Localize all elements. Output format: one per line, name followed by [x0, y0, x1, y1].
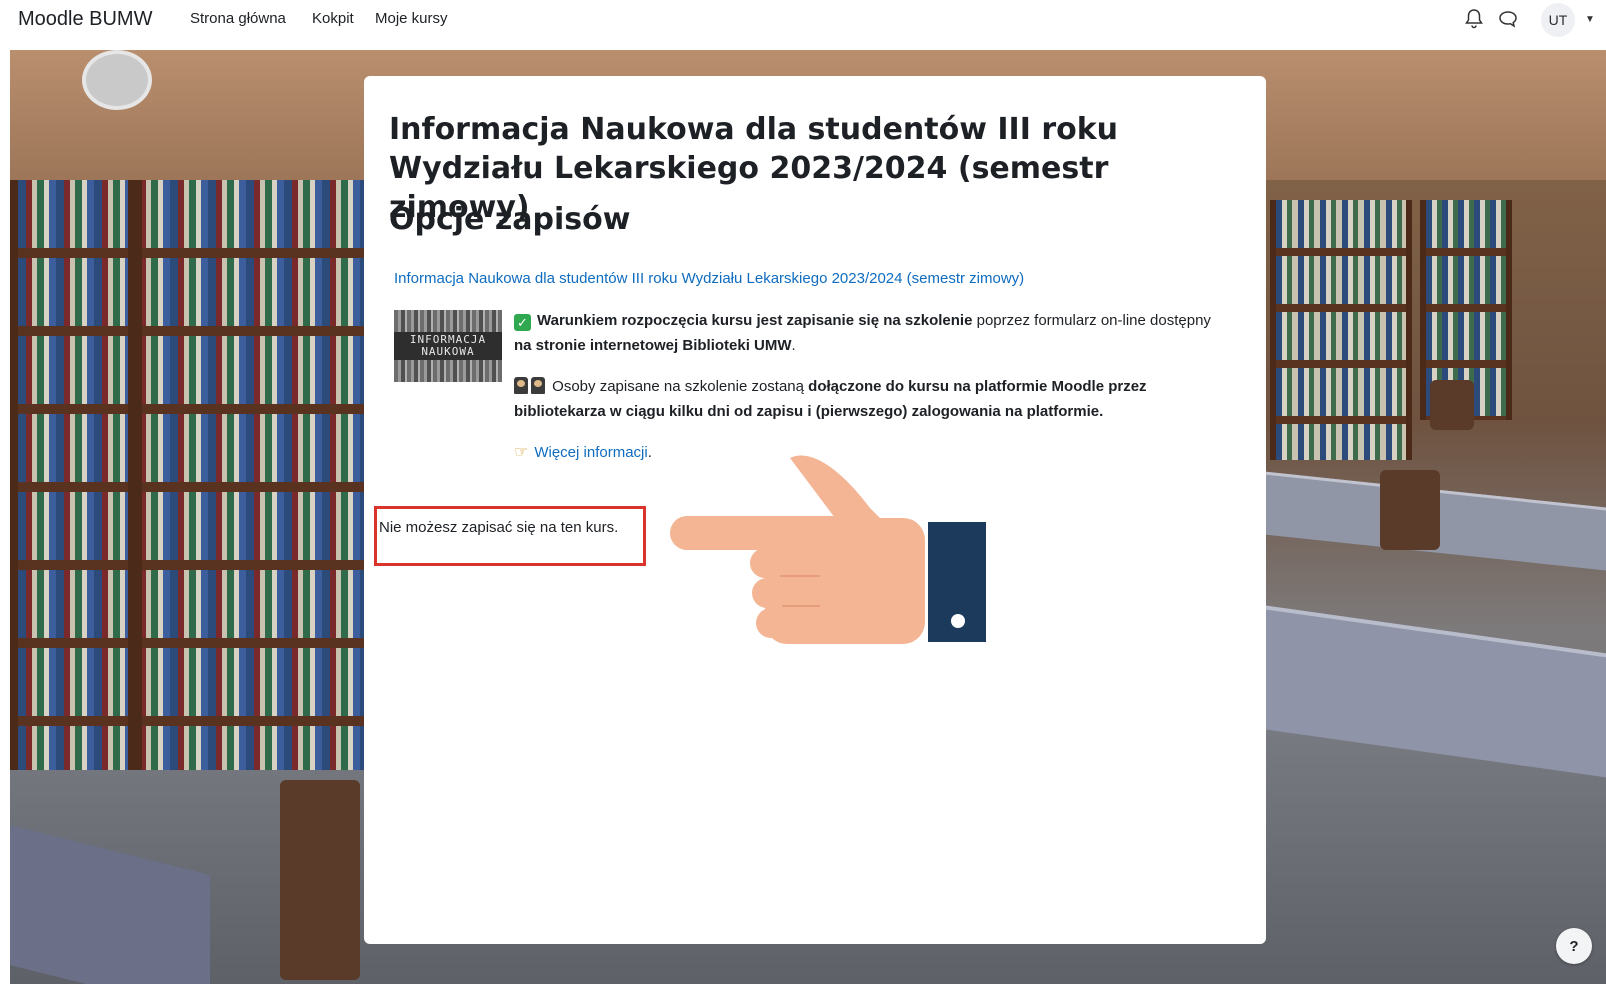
summary-text-2: Osoby zapisane na szkolenie zostaną	[552, 378, 809, 395]
library-website-text: na stronie internetowej Biblioteki UMW	[514, 337, 792, 354]
check-mark-icon: ✓	[514, 314, 531, 331]
summary-bold-1: Warunkiem rozpoczęcia kursu jest zapisan…	[537, 312, 973, 329]
student-icon	[514, 377, 528, 394]
cannot-enrol-notice: Nie możesz zapisać się na ten kurs.	[379, 519, 619, 536]
course-image: INFORMACJA NAUKOWA	[394, 310, 502, 382]
notice-highlight-box	[374, 506, 646, 566]
top-navbar: Moodle BUMW Strona główna Kokpit Moje ku…	[0, 0, 1606, 50]
summary-end-3: .	[647, 444, 652, 461]
bookshelf-right	[1270, 200, 1412, 460]
chat-icon[interactable]	[1497, 8, 1519, 35]
nav-link-dashboard[interactable]: Kokpit	[312, 10, 354, 27]
bookshelf-left	[10, 180, 386, 770]
bell-icon[interactable]	[1464, 8, 1484, 35]
site-brand[interactable]: Moodle BUMW	[18, 8, 152, 31]
summary-paragraph-2: Osoby zapisane na szkolenie zostaną dołą…	[514, 374, 1214, 424]
summary-paragraph-1: ✓ Warunkiem rozpoczęcia kursu jest zapisa…	[514, 308, 1214, 358]
ceiling-speaker	[82, 50, 152, 110]
help-button[interactable]: ?	[1556, 928, 1592, 964]
chair-right-far	[1430, 380, 1474, 430]
summary-end-1: .	[791, 337, 796, 354]
summary-text-1: poprzez formularz on-line dostępny	[972, 312, 1211, 329]
chevron-down-icon[interactable]: ▼	[1585, 14, 1595, 25]
pointing-hand-illustration	[670, 448, 990, 653]
course-name-link[interactable]: Informacja Naukowa dla studentów III rok…	[394, 270, 1024, 287]
chair-right	[1380, 470, 1440, 550]
nav-link-home[interactable]: Strona główna	[190, 10, 286, 27]
page-heading: Opcje zapisów	[389, 202, 631, 237]
chair-left	[280, 780, 360, 980]
course-image-label: INFORMACJA NAUKOWA	[394, 332, 502, 360]
nav-link-my-courses[interactable]: Moje kursy	[375, 10, 448, 27]
more-info-link[interactable]: Więcej informacji	[534, 444, 647, 461]
student-icon	[531, 377, 545, 394]
pointing-hand-icon: ☞	[514, 444, 529, 461]
user-avatar[interactable]: UT	[1541, 3, 1575, 37]
